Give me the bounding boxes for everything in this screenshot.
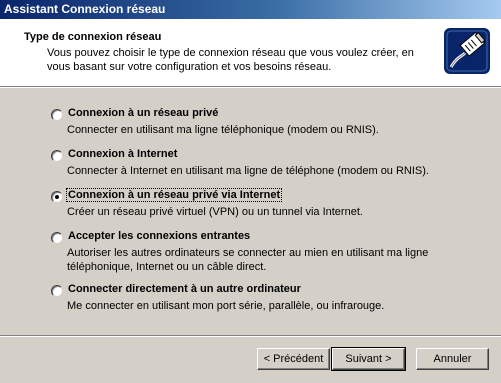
radio-incoming-connections[interactable]: [51, 232, 63, 244]
radio-vpn[interactable]: [51, 191, 63, 203]
option-description: Me connecter en utilisant mon port série…: [67, 300, 385, 312]
radio-direct-connection[interactable]: [51, 285, 63, 297]
window-title: Assistant Connexion réseau: [4, 2, 166, 16]
wizard-header: Type de connexion réseau Vous pouvez cho…: [0, 19, 501, 87]
option-description: Connecter en utilisant ma ligne téléphon…: [67, 124, 379, 136]
header-subtitle: Vous pouvez choisir le type de connexion…: [47, 47, 414, 73]
option-label[interactable]: Connexion à un réseau privé via Internet: [65, 188, 283, 202]
wizard-window: Assistant Connexion réseau Type de conne…: [0, 0, 501, 383]
network-cable-icon: [444, 28, 490, 74]
option-description: Créer un réseau privé virtuel (VPN) ou u…: [67, 206, 363, 218]
option-label[interactable]: Connexion à un réseau privé: [67, 107, 219, 119]
radio-private-network[interactable]: [51, 109, 63, 121]
cancel-button[interactable]: Annuler: [416, 348, 489, 370]
option-label[interactable]: Connecter directement à un autre ordinat…: [67, 283, 302, 295]
option-label[interactable]: Connexion à Internet: [67, 148, 178, 160]
title-bar[interactable]: Assistant Connexion réseau: [0, 0, 501, 19]
option-label[interactable]: Accepter les connexions entrantes: [67, 230, 251, 242]
header-divider: [0, 87, 501, 88]
radio-internet[interactable]: [51, 150, 63, 162]
option-description: Autoriser les autres ordinateurs se conn…: [67, 247, 429, 273]
header-title: Type de connexion réseau: [24, 31, 162, 43]
option-description: Connecter à Internet en utilisant ma lig…: [67, 165, 429, 177]
next-button[interactable]: Suivant >: [331, 347, 406, 371]
back-button[interactable]: < Précédent: [257, 348, 330, 370]
footer-separator-highlight: [0, 336, 501, 337]
